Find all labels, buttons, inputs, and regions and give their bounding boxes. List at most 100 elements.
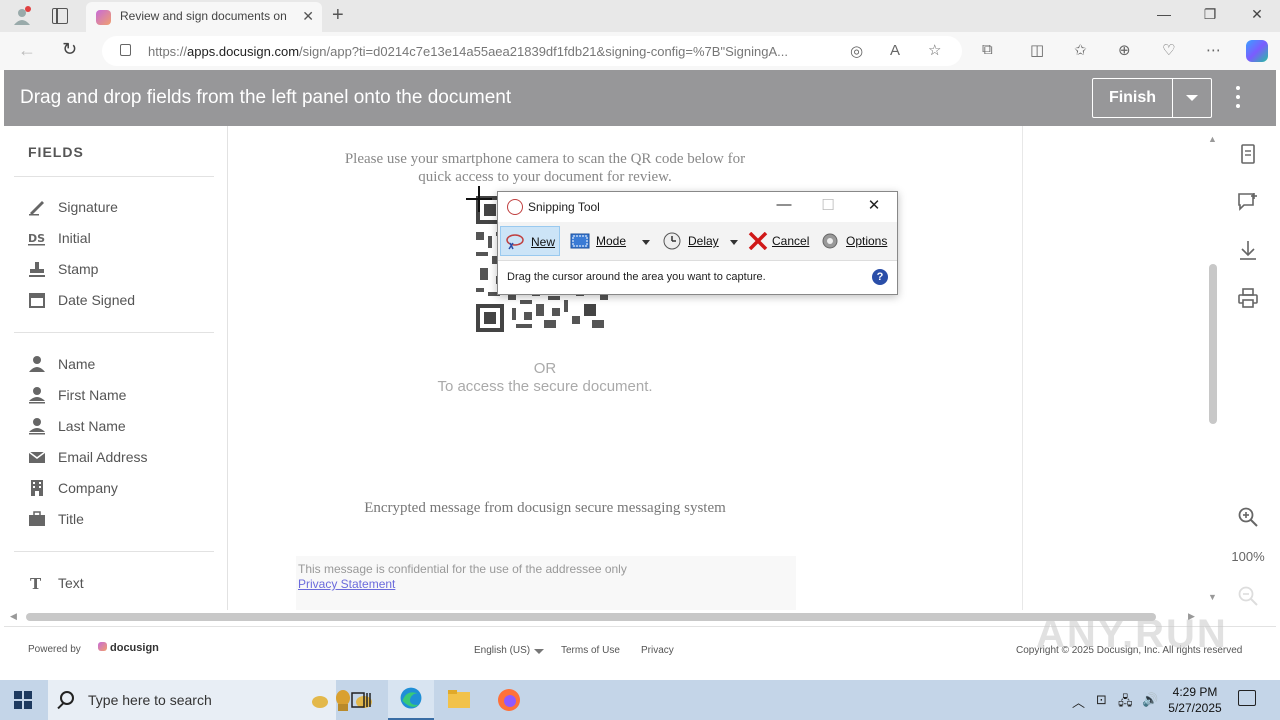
split-screen-icon[interactable]: ◫ (1030, 41, 1044, 59)
snipping-tool-titlebar[interactable]: Snipping Tool — ☐ ✕ (498, 192, 897, 222)
cancel-button[interactable]: Cancel (744, 226, 814, 256)
collections-icon[interactable]: ⊕ (1118, 41, 1131, 59)
new-snip-button[interactable]: New (500, 226, 560, 256)
or-divider-text: OR (533, 360, 557, 377)
file-explorer-icon[interactable] (436, 680, 482, 720)
language-dropdown-icon[interactable] (534, 649, 544, 654)
field-label: Stamp (58, 261, 99, 277)
back-icon[interactable]: ← (18, 40, 36, 61)
lock-icon[interactable] (120, 44, 131, 56)
edge-taskbar-icon[interactable] (388, 680, 434, 720)
minimize-icon[interactable]: — (772, 196, 796, 213)
vertical-scrollbar[interactable]: ▲ ▼ (1208, 134, 1218, 604)
divider (14, 176, 214, 177)
options-button[interactable]: Options (816, 226, 896, 256)
security-tray-icon[interactable]: ⊡ (1096, 692, 1107, 708)
tab-actions-icon[interactable] (52, 8, 68, 24)
horizontal-scrollbar[interactable]: ◀ ▶ (8, 611, 1200, 623)
docusign-favicon-icon (96, 10, 111, 25)
help-icon[interactable]: ? (872, 269, 888, 285)
pen-icon (29, 201, 44, 216)
scroll-left-icon[interactable]: ◀ (10, 611, 17, 622)
powered-by-text: Powered by (28, 644, 81, 655)
profile-icon[interactable] (12, 6, 32, 26)
person-icon (29, 418, 45, 435)
cancel-x-icon (748, 232, 768, 250)
field-email-address[interactable]: Email Address (28, 445, 218, 469)
close-tab-icon[interactable]: ✕ (302, 8, 314, 25)
encrypted-message-text: Encrypted message from docusign secure m… (364, 500, 726, 516)
search-placeholder: Type here to search (88, 692, 212, 708)
show-hidden-icons-icon[interactable]: ︿ (1072, 692, 1085, 711)
calendar-icon (29, 293, 45, 308)
privacy-statement-link[interactable]: Privacy Statement (298, 577, 395, 591)
minimize-icon[interactable]: — (1152, 6, 1176, 22)
finish-dropdown-icon[interactable] (1173, 79, 1211, 117)
field-stamp[interactable]: Stamp (28, 257, 218, 281)
field-title[interactable]: Title (28, 507, 218, 531)
mode-dropdown-icon[interactable] (642, 240, 650, 245)
field-first-name[interactable]: First Name (28, 383, 218, 407)
delay-dropdown-icon[interactable] (730, 240, 738, 245)
field-label: First Name (58, 387, 127, 403)
browser-tab[interactable]: Review and sign documents on D ✕ (86, 2, 322, 32)
location-icon[interactable]: ◎ (850, 42, 863, 60)
more-menu-icon[interactable]: ⋯ (1206, 41, 1221, 59)
privacy-link[interactable]: Privacy (641, 645, 674, 656)
url-field[interactable]: https://apps.docusign.com/sign/app?ti=d0… (102, 36, 962, 66)
taskbar-search-input[interactable]: Type here to search (48, 680, 372, 720)
scroll-up-icon[interactable]: ▲ (1208, 134, 1217, 144)
task-view-icon[interactable] (338, 680, 384, 720)
close-icon[interactable]: ✕ (862, 196, 886, 214)
restore-icon[interactable]: ❐ (1198, 6, 1222, 23)
maximize-icon: ☐ (821, 197, 835, 214)
mode-button[interactable]: Mode (566, 226, 656, 256)
vertical-scroll-thumb[interactable] (1209, 264, 1217, 424)
taskbar: Type here to search ︿ ⊡ 🖧 🔊 4:29 PM 5/27… (0, 680, 1280, 720)
more-options-icon[interactable] (1234, 84, 1242, 112)
favorites-icon[interactable]: ✩ (1074, 41, 1087, 59)
taskbar-clock[interactable]: 4:29 PM 5/27/2025 (1160, 684, 1230, 716)
performance-icon[interactable]: ♡ (1162, 41, 1175, 59)
field-label: Email Address (58, 449, 148, 465)
field-text[interactable]: T Text (28, 571, 218, 595)
notifications-icon[interactable] (1238, 690, 1256, 706)
field-initial[interactable]: DS Initial (28, 226, 218, 250)
field-company[interactable]: Company (28, 476, 218, 500)
confidential-text: This message is confidential for the use… (298, 562, 627, 576)
field-signature[interactable]: Signature (28, 195, 218, 219)
windows-start-icon[interactable] (14, 691, 32, 709)
download-icon[interactable] (1236, 238, 1260, 262)
horizontal-scroll-thumb[interactable] (26, 613, 1156, 621)
anyrun-watermark: ANY.RUN (1036, 612, 1228, 656)
clock-time: 4:29 PM (1172, 685, 1218, 699)
field-last-name[interactable]: Last Name (28, 414, 218, 438)
reload-icon[interactable]: ↻ (62, 39, 77, 60)
language-select[interactable]: English (US) (474, 645, 530, 656)
volume-icon[interactable]: 🔊 (1142, 692, 1158, 708)
url-text[interactable]: https://apps.docusign.com/sign/app?ti=d0… (148, 44, 848, 59)
zoom-out-icon[interactable] (1236, 584, 1260, 608)
field-name[interactable]: Name (28, 352, 218, 376)
search-icon (60, 691, 74, 705)
copilot-icon[interactable] (1246, 40, 1268, 62)
document-icon[interactable] (1236, 142, 1260, 166)
new-tab-button[interactable]: + (332, 4, 344, 27)
terms-of-use-link[interactable]: Terms of Use (561, 645, 620, 656)
add-comment-icon[interactable] (1236, 190, 1260, 214)
read-aloud-icon[interactable]: A (890, 42, 900, 59)
print-icon[interactable] (1236, 286, 1260, 310)
delay-button[interactable]: Delay (658, 226, 744, 256)
building-icon (31, 480, 43, 496)
network-icon[interactable]: 🖧 (1118, 692, 1133, 714)
close-window-icon[interactable]: ✕ (1245, 6, 1269, 23)
field-label: Signature (58, 199, 118, 215)
favorite-star-icon[interactable]: ☆ (928, 41, 941, 59)
zoom-in-icon[interactable] (1236, 505, 1260, 529)
firefox-icon[interactable] (486, 680, 532, 720)
ds-icon: DS (28, 232, 45, 246)
finish-button[interactable]: Finish (1093, 79, 1173, 117)
scroll-down-icon[interactable]: ▼ (1208, 592, 1217, 602)
field-date-signed[interactable]: Date Signed (28, 288, 218, 312)
extensions-icon[interactable]: ⧉ (982, 41, 993, 58)
